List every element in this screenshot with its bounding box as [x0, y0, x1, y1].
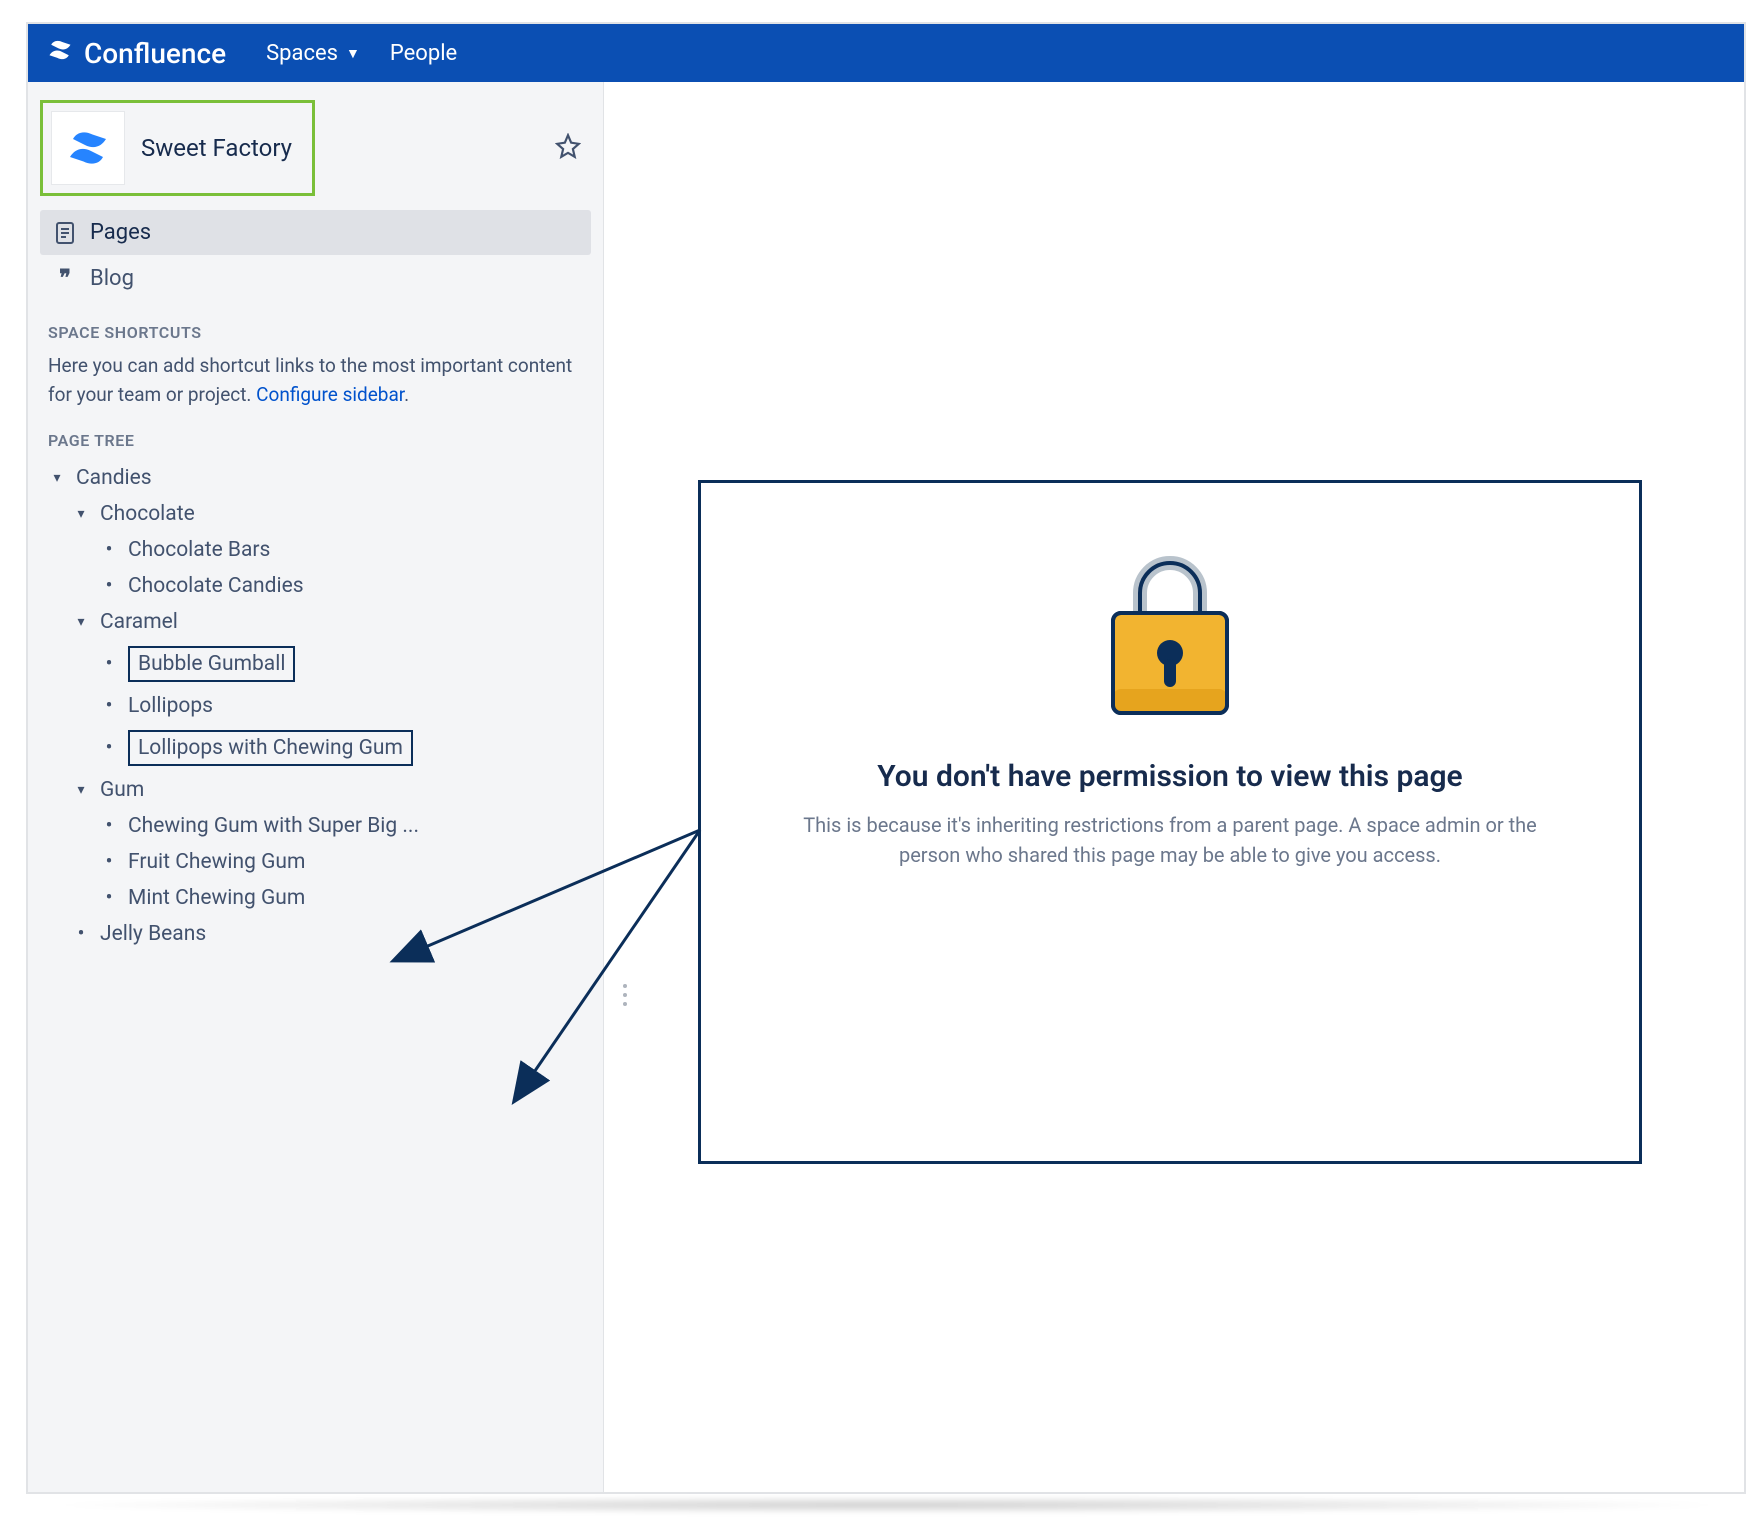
quote-icon: ❞ [54, 265, 76, 291]
chevron-down-icon: ▾ [72, 614, 90, 630]
topnav: Spaces ▼ People [266, 41, 457, 66]
window-shadow [40, 1496, 1734, 1514]
tree-item-label: Chocolate Bars [128, 538, 270, 562]
chevron-down-icon: ▾ [48, 470, 66, 486]
tree-item-candies[interactable]: ▾ Candies [44, 460, 587, 496]
chevron-down-icon: ▾ [72, 782, 90, 798]
space-shortcuts-text: Here you can add shortcut links to the m… [48, 352, 583, 409]
tree-item-label: Mint Chewing Gum [128, 886, 305, 910]
sidebar: Sweet Factory Pages ❞ Blog [28, 82, 604, 1492]
permission-desc: This is because it's inheriting restrict… [790, 810, 1550, 870]
tree-item-label: Gum [100, 778, 144, 802]
bullet-icon: • [100, 574, 118, 598]
permission-title: You don't have permission to view this p… [877, 759, 1462, 794]
space-header[interactable]: Sweet Factory [40, 100, 315, 196]
space-name: Sweet Factory [141, 134, 292, 162]
bullet-icon: • [100, 850, 118, 874]
tree-item-label: Chewing Gum with Super Big ... [128, 814, 419, 838]
star-outline-icon [555, 133, 581, 159]
favorite-star-button[interactable] [555, 133, 581, 163]
bullet-icon: • [100, 652, 118, 676]
tree-item-label: Lollipops with Chewing Gum [128, 730, 413, 766]
confluence-glyph-icon [64, 124, 112, 172]
sidebar-item-label: Blog [90, 266, 134, 291]
tree-item-label: Fruit Chewing Gum [128, 850, 305, 874]
tree-item-chocolate[interactable]: ▾ Chocolate [44, 496, 587, 532]
topbar: Confluence Spaces ▼ People [28, 24, 1744, 82]
topnav-people[interactable]: People [390, 41, 457, 66]
tree-item-gum-super[interactable]: • Chewing Gum with Super Big ... [44, 808, 587, 844]
tree-item-label: Caramel [100, 610, 178, 634]
tree-item-gum-mint[interactable]: • Mint Chewing Gum [44, 880, 587, 916]
sidebar-item-pages[interactable]: Pages [40, 210, 591, 255]
page-tree: ▾ Candies ▾ Chocolate • Chocolate Bars •… [44, 460, 587, 952]
chevron-down-icon: ▼ [346, 45, 360, 62]
bullet-icon: • [100, 694, 118, 718]
brand-name: Confluence [84, 37, 226, 70]
tree-item-chocolate-candies[interactable]: • Chocolate Candies [44, 568, 587, 604]
tree-item-label: Jelly Beans [100, 922, 206, 946]
topnav-people-label: People [390, 41, 457, 66]
tree-item-jelly[interactable]: • Jelly Beans [44, 916, 587, 952]
chevron-down-icon: ▾ [72, 506, 90, 522]
configure-sidebar-link[interactable]: Configure sidebar [256, 383, 404, 406]
bullet-icon: • [100, 886, 118, 910]
bullet-icon: • [100, 814, 118, 838]
tree-item-label: Chocolate Candies [128, 574, 304, 598]
bullet-icon: • [72, 922, 90, 946]
topnav-spaces-label: Spaces [266, 41, 338, 66]
permission-denied-panel: You don't have permission to view this p… [698, 480, 1642, 1164]
bullet-icon: • [100, 538, 118, 562]
brand[interactable]: Confluence [46, 36, 226, 71]
tree-item-label: Bubble Gumball [128, 646, 295, 682]
space-avatar [51, 111, 125, 185]
tree-item-chocolate-bars[interactable]: • Chocolate Bars [44, 532, 587, 568]
section-page-tree-heading: PAGE TREE [48, 431, 583, 450]
tree-item-label: Chocolate [100, 502, 195, 526]
sidebar-item-blog[interactable]: ❞ Blog [40, 255, 591, 301]
tree-item-label: Candies [76, 466, 152, 490]
confluence-logo-icon [46, 36, 74, 71]
topnav-spaces[interactable]: Spaces ▼ [266, 41, 360, 66]
tree-item-label: Lollipops [128, 694, 213, 718]
sidebar-item-label: Pages [90, 220, 151, 245]
page-icon [54, 222, 76, 244]
tree-item-caramel[interactable]: ▾ Caramel [44, 604, 587, 640]
tree-item-gum-fruit[interactable]: • Fruit Chewing Gum [44, 844, 587, 880]
tree-item-gum[interactable]: ▾ Gum [44, 772, 587, 808]
section-space-shortcuts-heading: SPACE SHORTCUTS [48, 323, 583, 342]
tree-item-lollipops[interactable]: • Lollipops [44, 688, 587, 724]
lock-icon [1085, 539, 1255, 733]
tree-item-lollipops-gum[interactable]: • Lollipops with Chewing Gum [44, 724, 587, 772]
bullet-icon: • [100, 736, 118, 760]
tree-item-bubble-gumball[interactable]: • Bubble Gumball [44, 640, 587, 688]
